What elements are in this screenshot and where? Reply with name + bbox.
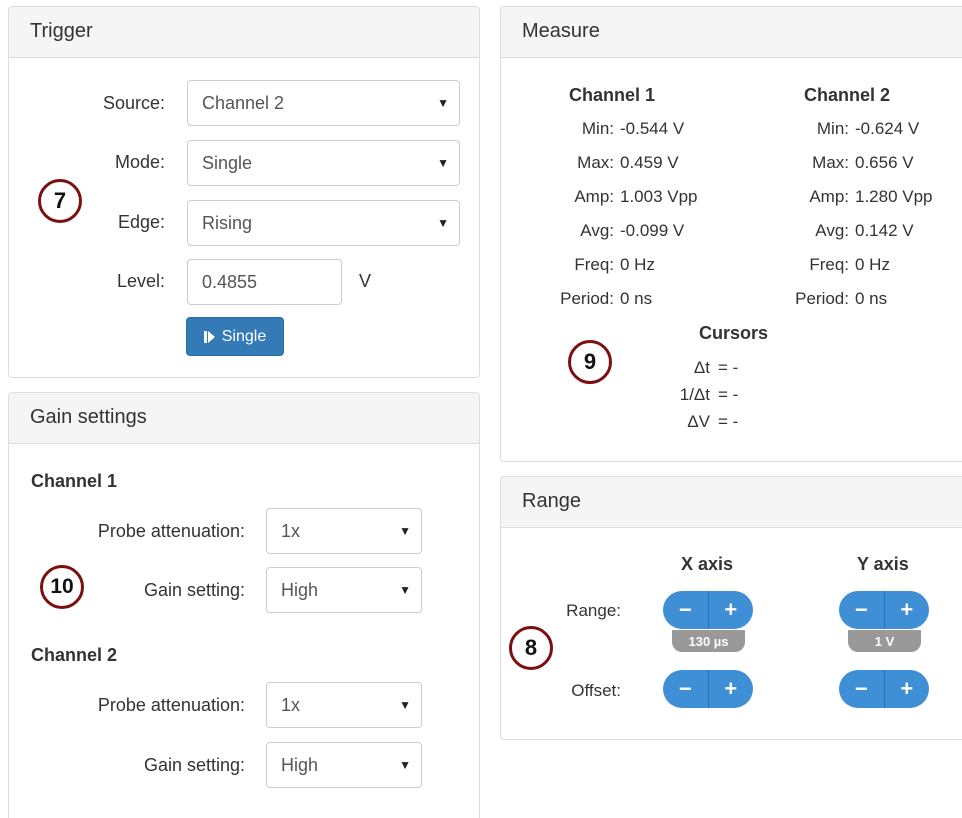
ch2-amp-value: 1.280 Vpp <box>855 187 933 206</box>
chevron-down-icon: ▼ <box>399 583 411 597</box>
x-axis-header: X axis <box>681 554 734 574</box>
gain-ch1-header: Channel 1 <box>31 471 118 491</box>
level-label: Level: <box>116 271 165 291</box>
trigger-panel: Trigger Source: Channel 2 ▼ Mode: Single… <box>8 6 480 378</box>
measure-panel-title: Measure <box>501 7 962 58</box>
ch1-max-label: Max: <box>577 153 614 172</box>
ch2-max-value: 0.656 V <box>855 153 914 172</box>
y-axis-header: Y axis <box>857 554 909 574</box>
source-select-value: Channel 2 <box>202 93 285 113</box>
ch1-probe-label: Probe attenuation: <box>97 521 245 541</box>
ch1-avg-value: -0.099 V <box>620 221 685 240</box>
measure-ch2-header: Channel 2 <box>804 85 891 105</box>
chevron-down-icon: ▼ <box>437 216 449 230</box>
mode-select-value: Single <box>202 153 253 173</box>
ch1-min-label: Min: <box>581 119 614 138</box>
step-icon <box>203 330 215 343</box>
ch2-avg-value: 0.142 V <box>855 221 914 240</box>
ch1-gain-select[interactable]: High ▼ <box>266 567 422 613</box>
x-offset-increase-button[interactable]: + <box>707 670 754 708</box>
y-offset-stepper: − + <box>839 670 929 708</box>
cursor-dv-label: ΔV <box>687 412 710 431</box>
y-range-stepper: − + <box>839 591 929 629</box>
range-label: Range: <box>566 601 621 620</box>
gain-ch2-header: Channel 2 <box>31 645 118 665</box>
ch2-freq-label: Freq: <box>809 255 849 274</box>
ch2-min-label: Min: <box>816 119 849 138</box>
cursor-inv-dt-value: = - <box>718 385 739 404</box>
ch2-gain-label: Gain setting: <box>143 755 245 775</box>
ch1-min-value: -0.544 V <box>620 119 685 138</box>
ch1-avg-label: Avg: <box>580 221 614 240</box>
chevron-down-icon: ▼ <box>437 156 449 170</box>
ch2-max-label: Max: <box>812 153 849 172</box>
edge-select[interactable]: Rising ▼ <box>187 200 460 246</box>
y-range-value-badge: 1 V <box>848 630 921 652</box>
mode-label: Mode: <box>114 152 165 172</box>
chevron-down-icon: ▼ <box>399 698 411 712</box>
source-select[interactable]: Channel 2 ▼ <box>187 80 460 126</box>
ch2-min-value: -0.624 V <box>855 119 920 138</box>
cursor-dt-value: = - <box>718 358 739 377</box>
callout-10: 10 <box>40 565 84 609</box>
x-range-value-badge: 130 µs <box>672 630 745 652</box>
ch1-gain-value: High <box>281 580 319 600</box>
ch1-amp-label: Amp: <box>574 187 614 206</box>
ch1-probe-select[interactable]: 1x ▼ <box>266 508 422 554</box>
y-range-decrease-button[interactable]: − <box>839 591 884 629</box>
cursors-header: Cursors <box>699 323 769 343</box>
chevron-down-icon: ▼ <box>437 96 449 110</box>
edge-label: Edge: <box>117 212 165 232</box>
ch2-probe-select[interactable]: 1x ▼ <box>266 682 422 728</box>
ch1-period-label: Period: <box>560 289 614 308</box>
y-range-increase-button[interactable]: + <box>883 591 930 629</box>
chevron-down-icon: ▼ <box>399 758 411 772</box>
ch2-avg-label: Avg: <box>815 221 849 240</box>
gain-settings-title: Gain settings <box>9 393 479 444</box>
edge-select-value: Rising <box>202 213 253 233</box>
source-label: Source: <box>102 93 165 113</box>
x-range-increase-button[interactable]: + <box>707 591 754 629</box>
single-button-label: Single <box>221 327 267 345</box>
x-range-decrease-button[interactable]: − <box>663 591 708 629</box>
callout-9: 9 <box>568 340 612 384</box>
range-panel: Range X axis Y axis Range: Offset: − + 1… <box>500 476 962 740</box>
single-button[interactable]: Single <box>186 317 284 356</box>
measure-ch1-header: Channel 1 <box>569 85 656 105</box>
offset-label: Offset: <box>571 681 621 700</box>
x-range-stepper: − + <box>663 591 753 629</box>
mode-select[interactable]: Single ▼ <box>187 140 460 186</box>
measure-panel: Measure Channel 1 Channel 2 Min: -0.544 … <box>500 6 962 462</box>
ch2-probe-label: Probe attenuation: <box>97 695 245 715</box>
callout-7: 7 <box>38 179 82 223</box>
ch1-amp-value: 1.003 Vpp <box>620 187 698 206</box>
ch1-probe-value: 1x <box>281 521 301 541</box>
ch2-period-label: Period: <box>795 289 849 308</box>
ch2-probe-value: 1x <box>281 695 301 715</box>
x-offset-decrease-button[interactable]: − <box>663 670 708 708</box>
range-panel-title: Range <box>501 477 962 528</box>
cursor-inv-dt-label: 1/Δt <box>679 385 710 404</box>
x-offset-stepper: − + <box>663 670 753 708</box>
y-offset-increase-button[interactable]: + <box>883 670 930 708</box>
ch1-period-value: 0 ns <box>620 289 653 308</box>
ch2-gain-value: High <box>281 755 319 775</box>
ch1-freq-value: 0 Hz <box>620 255 655 274</box>
level-unit: V <box>359 271 372 291</box>
ch1-freq-label: Freq: <box>574 255 614 274</box>
y-offset-decrease-button[interactable]: − <box>839 670 884 708</box>
ch2-period-value: 0 ns <box>855 289 888 308</box>
cursor-dv-value: = - <box>718 412 739 431</box>
chevron-down-icon: ▼ <box>399 524 411 538</box>
ch2-amp-label: Amp: <box>809 187 849 206</box>
gain-settings-panel: Gain settings Channel 1 Probe attenuatio… <box>8 392 480 818</box>
callout-8: 8 <box>509 626 553 670</box>
ch2-freq-value: 0 Hz <box>855 255 890 274</box>
ch2-gain-select[interactable]: High ▼ <box>266 742 422 788</box>
trigger-panel-title: Trigger <box>9 7 479 58</box>
ch1-max-value: 0.459 V <box>620 153 679 172</box>
level-input[interactable]: 0.4855 <box>187 259 342 305</box>
